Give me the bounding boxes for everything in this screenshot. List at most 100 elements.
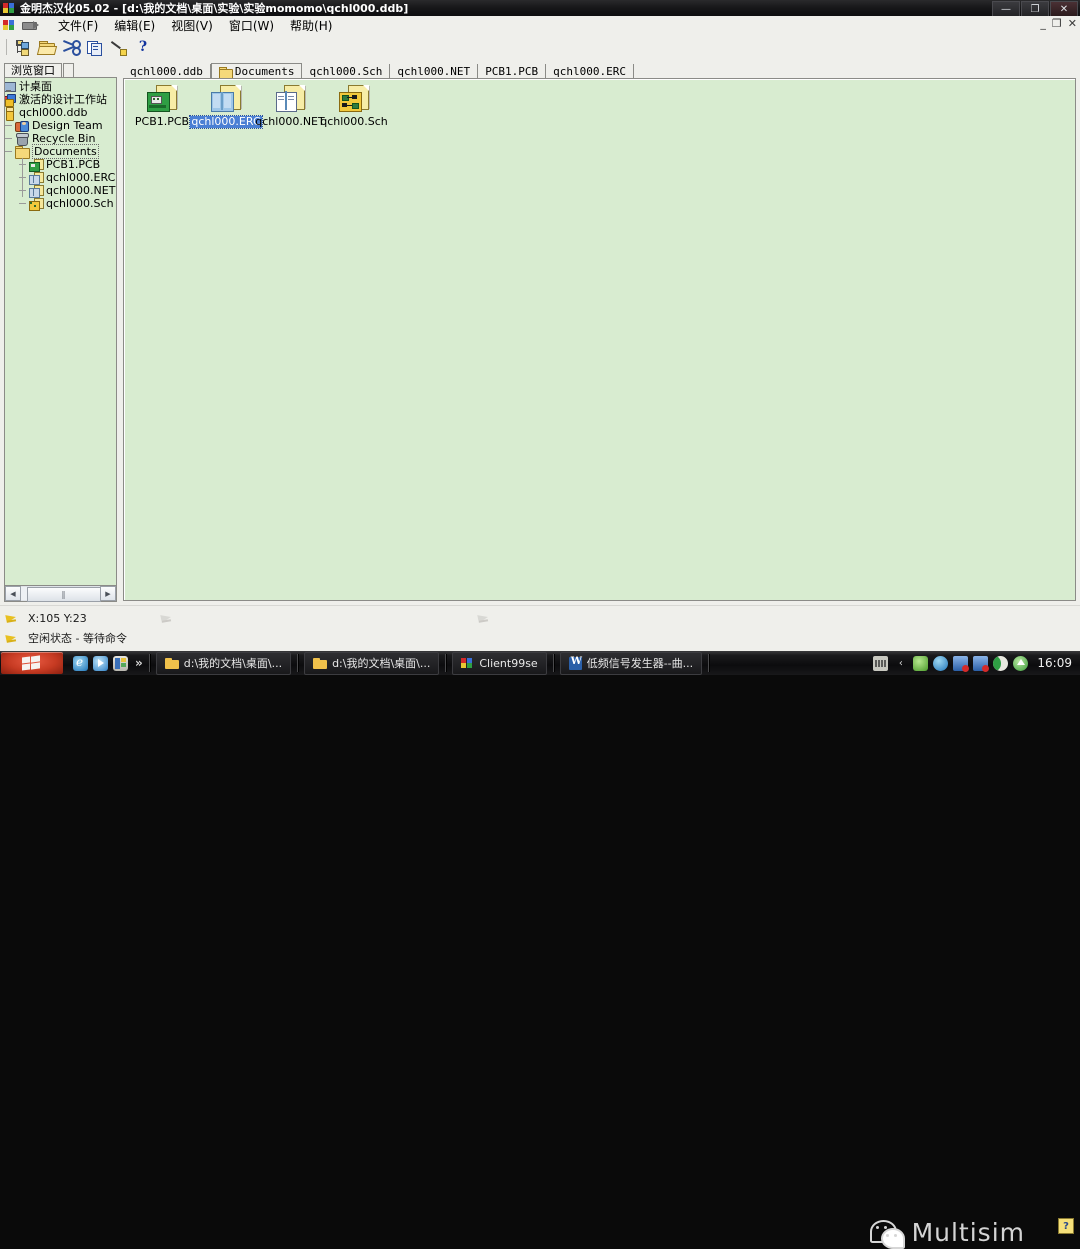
doc-tab-erc[interactable]: qchl000.ERC (546, 64, 635, 79)
doc-tab-documents[interactable]: Documents (210, 63, 303, 79)
menu-item-view[interactable]: 视图(V) (163, 16, 221, 35)
window-controls: — ❐ ✕ (992, 1, 1078, 17)
doc-tab-label: qchl000.ddb (130, 65, 203, 78)
internet-explorer-icon[interactable] (73, 655, 88, 671)
taskbar-item-client99se[interactable]: Client99se (452, 651, 547, 675)
mdi-window-controls: _ ❐ ✕ (1040, 18, 1077, 30)
taskbar-item-label: d:\我的文档\桌面\... (332, 657, 431, 670)
folder-icon (15, 145, 30, 159)
help-badge-icon[interactable]: ? (1058, 1218, 1074, 1234)
tree-item-sch[interactable]: qchl000.Sch (5, 197, 116, 211)
file-item-net[interactable]: qchl000.NET (255, 85, 325, 128)
tree-item-label: 计桌面 (19, 80, 52, 93)
browser-panel-tabs: 浏览窗口 (4, 63, 74, 78)
doc-tab-pcb[interactable]: PCB1.PCB (478, 64, 547, 79)
file-item-label: qchl000.Sch (320, 115, 388, 128)
net-file-icon (275, 85, 306, 113)
chevron-left-icon[interactable]: ‹ (893, 656, 908, 671)
protel-logo-icon[interactable] (3, 2, 15, 14)
status-divider-mark-2 (477, 613, 494, 624)
tree-item-label: Documents (32, 144, 99, 159)
mdi-restore-button[interactable]: ❐ (1052, 18, 1062, 30)
paste-icon[interactable] (108, 37, 130, 57)
menu-bar: 文件(F) 编辑(E) 视图(V) 窗口(W) 帮助(H) _ ❐ ✕ (0, 16, 1080, 35)
file-item-pcb1[interactable]: PCB1.PCB (130, 85, 194, 128)
minimize-button[interactable]: — (992, 1, 1020, 17)
chevron-right-icon[interactable]: » (135, 656, 143, 670)
file-item-label: qchl000.NET (255, 115, 325, 128)
start-button[interactable] (1, 652, 63, 674)
quick-launch-bar: » (73, 655, 143, 671)
file-item-sch[interactable]: qchl000.Sch (320, 85, 388, 128)
tree-item-label: 激活的设计工作站 (19, 93, 107, 106)
browser-tab-filler (63, 63, 74, 78)
taskbar-clock[interactable]: 16:09 (1037, 656, 1072, 670)
leaf-icon[interactable] (913, 655, 929, 671)
tree-item-net[interactable]: qchl000.NET (5, 184, 116, 198)
scroll-right-arrow-icon[interactable]: ▶ (100, 586, 116, 601)
upload-arrow-icon[interactable] (1013, 655, 1029, 671)
tree-item-workstation[interactable]: 激活的设计工作站 (5, 93, 116, 107)
tree-item-erc[interactable]: qchl000.ERC (5, 171, 116, 185)
tree-item-documents[interactable]: Documents (5, 144, 116, 159)
mdi-close-button[interactable]: ✕ (1068, 18, 1077, 30)
doc-tab-ddb[interactable]: qchl000.ddb (123, 64, 211, 79)
taskbar-item-explorer-1[interactable]: d:\我的文档\桌面\... (155, 651, 292, 675)
menu-item-edit[interactable]: 编辑(E) (106, 16, 163, 35)
dropdown-arrow-icon[interactable] (22, 20, 40, 30)
mdi-minimize-button[interactable]: _ (1040, 18, 1046, 30)
status-bar: X:105 Y:23 空闲状态 - 等待命令 Multisim ? (0, 605, 1080, 1249)
tree-item-ddb[interactable]: qchl000.ddb (5, 106, 116, 121)
workspace: 浏览窗口 计桌面 激活的设计工作站 qchl000.ddb Design Tea… (0, 59, 1080, 605)
scroll-left-arrow-icon[interactable]: ◀ (5, 586, 21, 601)
menu-item-help[interactable]: 帮助(H) (282, 16, 340, 35)
net-icon (29, 184, 44, 198)
tree-item-pcb1[interactable]: PCB1.PCB (5, 158, 116, 172)
scroll-track[interactable]: ‖ (21, 587, 101, 602)
tree-item-design-team[interactable]: Design Team (5, 119, 116, 132)
taskbar-separator (297, 654, 299, 672)
network-error-icon[interactable] (973, 655, 990, 672)
protel-logo-icon (461, 657, 474, 670)
sidebar-horizontal-scrollbar[interactable]: ◀ ‖ ▶ (4, 585, 117, 602)
taskbar-separator (148, 654, 150, 672)
mdi-app-icon[interactable] (3, 19, 16, 32)
tree-connector (18, 184, 29, 197)
scroll-grip-icon: ‖ (61, 590, 67, 599)
close-button[interactable]: ✕ (1050, 1, 1078, 17)
scissors-icon[interactable] (60, 37, 82, 57)
copy-icon[interactable] (84, 37, 106, 57)
tree-connector (5, 119, 15, 132)
design-explorer-tree[interactable]: 计桌面 激活的设计工作站 qchl000.ddb Design Team Rec… (4, 77, 117, 587)
menu-item-window[interactable]: 窗口(W) (221, 16, 282, 35)
keyboard-icon[interactable] (873, 655, 889, 671)
media-player-icon[interactable] (93, 655, 108, 671)
open-folder-icon[interactable] (36, 37, 58, 57)
documents-file-view[interactable]: PCB1.PCB qchl000.ERC qchl000.NET qchl000… (123, 78, 1076, 601)
globe-icon[interactable] (933, 655, 949, 671)
show-desktop-icon[interactable] (113, 655, 128, 671)
state-text: 空闲状态 - 等待命令 (28, 632, 127, 645)
word-icon (568, 656, 582, 670)
taskbar-item-word[interactable]: 低频信号发生器--曲... (559, 651, 703, 675)
toolbar: ? (0, 34, 1080, 60)
question-mark-icon[interactable]: ? (132, 37, 154, 57)
tree-item-desktop[interactable]: 计桌面 (5, 80, 116, 93)
doc-tab-sch[interactable]: qchl000.Sch (302, 64, 391, 79)
file-item-label: qchl000.ERC (189, 115, 263, 129)
tree-item-label: Design Team (32, 119, 103, 132)
tree-icon[interactable] (12, 37, 34, 57)
wechat-icon (869, 1219, 905, 1249)
menu-item-file[interactable]: 文件(F) (50, 16, 106, 35)
network-error-icon[interactable] (953, 655, 970, 672)
tree-item-label: qchl000.NET (46, 184, 116, 197)
tree-item-label: qchl000.ddb (19, 106, 88, 119)
browser-tab[interactable]: 浏览窗口 (4, 63, 62, 78)
maximize-button[interactable]: ❐ (1021, 1, 1049, 17)
scroll-thumb[interactable]: ‖ (27, 587, 101, 602)
doc-tab-net[interactable]: qchl000.NET (390, 64, 479, 79)
file-item-erc[interactable]: qchl000.ERC (189, 85, 263, 129)
crescent-icon[interactable] (993, 655, 1009, 671)
tree-item-label: PCB1.PCB (46, 158, 101, 171)
taskbar-item-explorer-2[interactable]: d:\我的文档\桌面\... (304, 651, 440, 675)
